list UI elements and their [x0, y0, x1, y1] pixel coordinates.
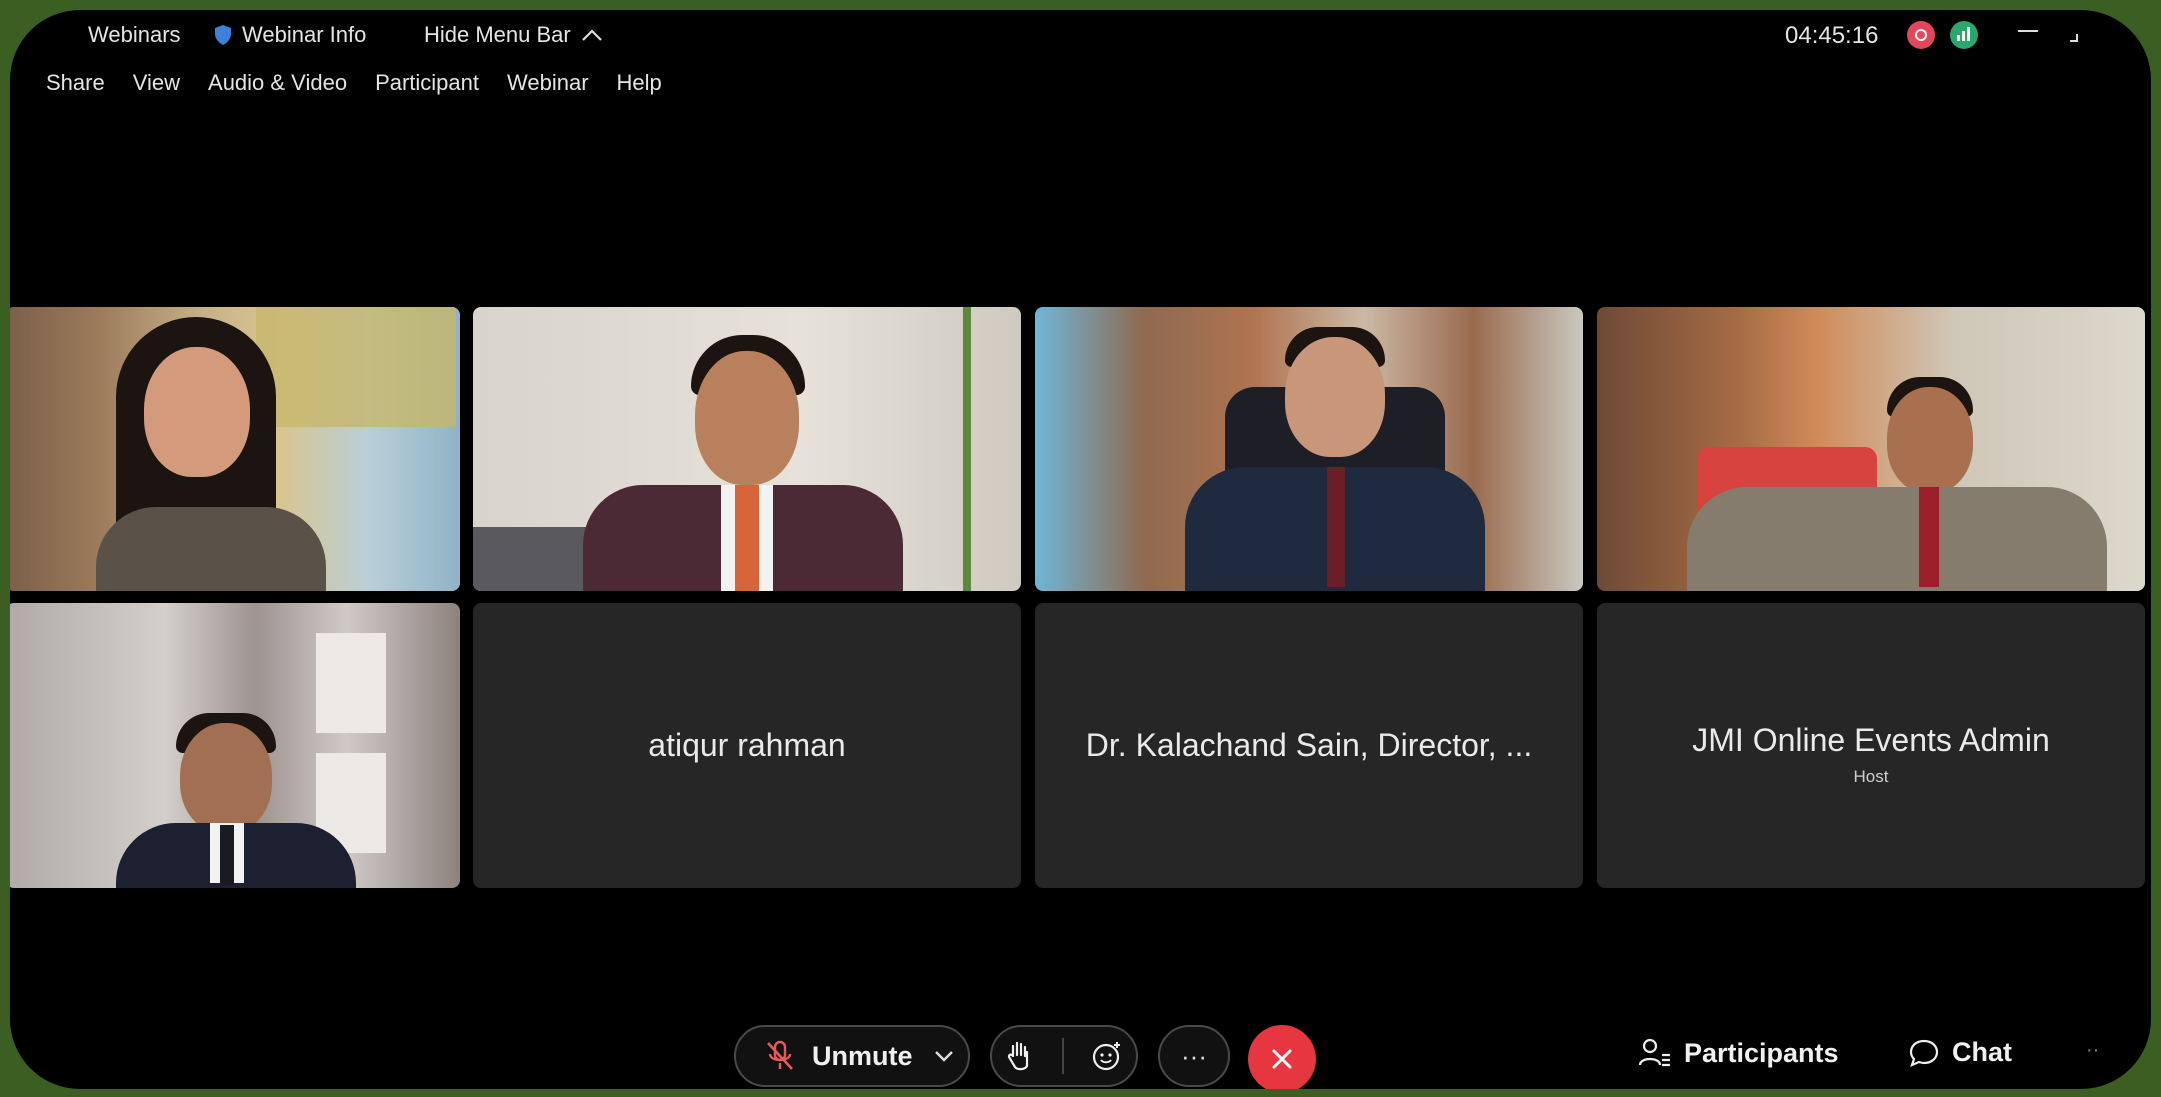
- chat-icon: [1909, 1039, 1939, 1067]
- webinar-info-button[interactable]: Webinar Info: [214, 22, 366, 48]
- participant-figure: [116, 713, 376, 888]
- participants-label: Participants: [1684, 1037, 1839, 1068]
- maximize-button[interactable]: [2070, 34, 2078, 42]
- participant-figure: [583, 335, 903, 591]
- video-tile-participant-1[interactable]: [10, 307, 460, 591]
- participant-figure: [96, 317, 336, 591]
- webinar-info-label: Webinar Info: [242, 22, 367, 47]
- participants-button[interactable]: Participants: [1638, 1037, 1839, 1069]
- unmute-button[interactable]: Unmute: [734, 1025, 970, 1087]
- control-bar: Unmute ··· Participants Chat ··: [10, 1025, 2151, 1089]
- chevron-down-icon[interactable]: [933, 1049, 955, 1063]
- stats-icon[interactable]: [1950, 21, 1978, 49]
- participants-icon: [1638, 1038, 1670, 1067]
- hide-menu-bar-button[interactable]: Hide Menu Bar: [424, 22, 603, 48]
- minimize-button[interactable]: [2018, 30, 2038, 32]
- reactions-group: [990, 1025, 1138, 1087]
- menu-share[interactable]: Share: [46, 70, 105, 96]
- more-label: ···: [1181, 1040, 1207, 1071]
- chat-button[interactable]: Chat: [1908, 1037, 2012, 1068]
- raise-hand-icon[interactable]: [1005, 1040, 1035, 1072]
- menu-audio-video[interactable]: Audio & Video: [208, 70, 347, 96]
- video-tile-kalachand-sain[interactable]: Dr. Kalachand Sain, Director, ...: [1035, 603, 1583, 888]
- shield-icon: [215, 25, 231, 45]
- hide-menu-bar-label: Hide Menu Bar: [424, 22, 571, 47]
- participant-name: atiqur rahman: [648, 727, 846, 763]
- leave-button[interactable]: [1248, 1025, 1316, 1089]
- participant-name: JMI Online Events Admin: [1692, 722, 2050, 758]
- video-tile-atiqur-rahman[interactable]: atiqur rahman: [473, 603, 1021, 888]
- menu-participant[interactable]: Participant: [375, 70, 479, 96]
- unmute-label: Unmute: [812, 1040, 913, 1071]
- host-badge: Host: [1853, 767, 1889, 786]
- video-tile-participant-5[interactable]: [10, 603, 460, 888]
- video-feed: [1035, 307, 1583, 591]
- menu-bar: Share View Audio & Video Participant Web…: [46, 70, 662, 96]
- menu-webinar[interactable]: Webinar: [507, 70, 589, 96]
- chevron-up-icon: [581, 29, 602, 41]
- close-icon: [1272, 1049, 1292, 1069]
- participant-name: Dr. Kalachand Sain, Director, ...: [1085, 727, 1533, 763]
- webinars-menu[interactable]: Webinars: [88, 22, 181, 48]
- video-feed: [10, 603, 460, 888]
- more-options-button[interactable]: ···: [1158, 1025, 1230, 1087]
- menu-help[interactable]: Help: [617, 70, 662, 96]
- participant-figure: [1687, 377, 2107, 591]
- video-tile-participant-2[interactable]: [473, 307, 1021, 591]
- video-feed: [10, 307, 460, 591]
- title-bar: Webinars Webinar Info Hide Menu Bar 04:4…: [10, 10, 2151, 60]
- video-feed: [473, 307, 1021, 591]
- video-feed: [1597, 307, 2145, 591]
- chat-label: Chat: [1952, 1037, 2012, 1067]
- menu-view[interactable]: View: [133, 70, 180, 96]
- video-tile-participant-4[interactable]: [1597, 307, 2145, 591]
- video-tile-participant-3[interactable]: [1035, 307, 1583, 591]
- muted-mic-icon: [767, 1040, 793, 1070]
- meeting-timer: 04:45:16: [1785, 22, 1879, 49]
- webinar-window: Webinars Webinar Info Hide Menu Bar 04:4…: [10, 10, 2151, 1089]
- record-icon[interactable]: [1907, 21, 1935, 49]
- video-tile-jmi-online-events-admin[interactable]: JMI Online Events Admin Host: [1597, 603, 2145, 888]
- participant-figure: [1185, 327, 1485, 591]
- reaction-icon[interactable]: [1091, 1040, 1123, 1072]
- overflow-indicator[interactable]: ··: [2086, 1039, 2099, 1062]
- divider: [1061, 1038, 1064, 1074]
